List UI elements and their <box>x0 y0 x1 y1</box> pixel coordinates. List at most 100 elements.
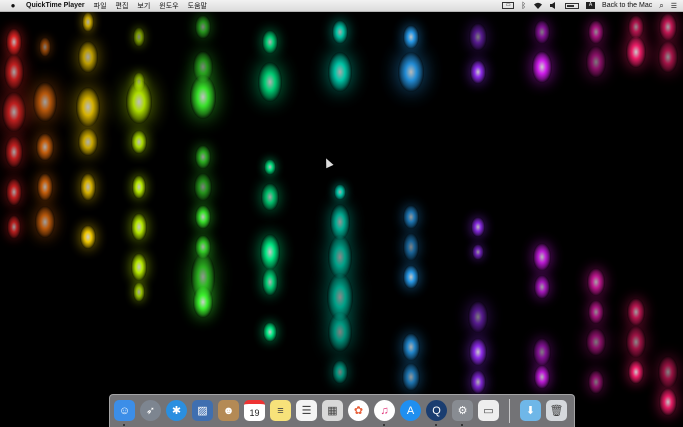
light-glow <box>328 52 352 92</box>
light-glow <box>195 15 211 39</box>
photos-flower-icon[interactable]: ✿ <box>348 400 369 421</box>
light-glow <box>472 244 484 260</box>
light-glow <box>133 282 145 302</box>
light-glow <box>534 20 550 44</box>
quicktime-icon[interactable]: Q <box>426 400 447 421</box>
light-glow <box>533 338 551 366</box>
light-glow <box>82 12 94 32</box>
back-to-mac-status[interactable]: Back to the Mac <box>602 2 652 9</box>
light-glow <box>260 234 280 270</box>
trash-icon[interactable]: 🗑 <box>546 400 567 421</box>
contacts-icon[interactable]: ☻ <box>218 400 239 421</box>
light-glow <box>626 326 646 358</box>
light-glow <box>403 25 419 49</box>
finder-icon[interactable]: ☺ <box>114 400 135 421</box>
light-glow <box>468 301 488 333</box>
light-glow <box>195 205 211 229</box>
notification-center-icon[interactable]: ☰ <box>671 2 677 10</box>
light-glow <box>586 328 606 356</box>
light-glow <box>33 82 57 122</box>
light-glow <box>78 128 98 156</box>
light-glow <box>258 62 282 102</box>
tray-icon[interactable]: ▭ <box>478 400 499 421</box>
bluetooth-icon[interactable]: ᛒ <box>521 1 526 10</box>
appstore-icon[interactable]: A <box>400 400 421 421</box>
light-glow <box>334 184 346 200</box>
light-glow <box>195 145 211 169</box>
calendar-icon[interactable]: 19 <box>244 400 265 421</box>
light-glow <box>35 206 55 238</box>
light-glow <box>403 205 419 229</box>
light-glow <box>532 51 552 83</box>
battery-icon[interactable] <box>565 2 580 9</box>
light-glow <box>264 159 276 175</box>
light-glow <box>263 322 277 342</box>
menu-edit[interactable]: 편집 <box>116 1 129 11</box>
light-glow <box>78 41 98 73</box>
screen-mirroring-icon[interactable]: ▭ <box>502 2 515 9</box>
light-glow <box>658 41 678 73</box>
light-glow <box>190 75 216 119</box>
menu-bar: ● QuickTime Player 파일 편집 보기 윈도우 도움말 ▭ ᛒ … <box>0 0 683 12</box>
light-glow <box>131 253 147 281</box>
photo-icon[interactable]: ▨ <box>192 400 213 421</box>
light-glow <box>471 217 485 237</box>
light-glow <box>626 36 646 68</box>
light-glow <box>6 178 22 206</box>
menu-window[interactable]: 윈도우 <box>159 1 178 11</box>
light-glow <box>80 173 96 201</box>
desktop-wallpaper <box>0 12 683 427</box>
volume-icon[interactable] <box>550 2 558 9</box>
light-glow <box>2 92 26 132</box>
light-glow <box>470 60 486 84</box>
light-glow <box>402 363 420 391</box>
running-indicator <box>435 424 437 426</box>
running-indicator <box>123 424 125 426</box>
light-glow <box>588 370 604 394</box>
light-glow <box>131 213 147 241</box>
light-glow <box>398 52 424 92</box>
dock-separator <box>509 399 510 423</box>
light-glow <box>402 333 420 361</box>
running-indicator <box>461 424 463 426</box>
light-glow <box>332 360 348 384</box>
light-glow <box>193 286 213 318</box>
light-glow <box>659 13 677 41</box>
reminders-icon[interactable]: ☰ <box>296 400 317 421</box>
app-menu[interactable]: QuickTime Player <box>26 2 85 9</box>
light-glow <box>261 183 279 211</box>
light-glow <box>533 243 551 271</box>
light-glow <box>659 388 677 416</box>
menu-view[interactable]: 보기 <box>137 1 150 11</box>
light-glow <box>194 173 212 201</box>
music-note-icon[interactable]: ♫ <box>374 400 395 421</box>
slides-icon[interactable]: ▦ <box>322 400 343 421</box>
running-indicator <box>383 424 385 426</box>
gear-icon[interactable]: ⚙ <box>452 400 473 421</box>
rocket-icon[interactable]: ➶ <box>140 400 161 421</box>
light-glow <box>332 20 348 44</box>
spotlight-search-icon[interactable]: ⌕ <box>659 1 663 11</box>
light-glow <box>76 87 100 127</box>
light-glow <box>469 338 487 366</box>
light-glow <box>5 136 23 168</box>
input-source-icon[interactable]: A <box>586 2 596 9</box>
folder-icon[interactable]: ⬇ <box>520 400 541 421</box>
light-glow <box>133 27 145 47</box>
compass-icon[interactable]: ✱ <box>166 400 187 421</box>
wifi-icon[interactable] <box>533 2 543 9</box>
menu-help[interactable]: 도움말 <box>188 1 207 11</box>
light-glow <box>628 360 644 384</box>
light-glow <box>262 30 278 54</box>
menu-file[interactable]: 파일 <box>94 1 107 11</box>
light-glow <box>80 225 96 249</box>
light-glow <box>469 23 487 51</box>
apple-menu-icon[interactable]: ● <box>8 1 18 10</box>
light-glow <box>328 312 352 352</box>
light-glow <box>586 46 606 78</box>
light-glow <box>534 365 550 389</box>
notes-icon[interactable]: ≡ <box>270 400 291 421</box>
light-glow <box>587 268 605 296</box>
light-glow <box>262 268 278 296</box>
light-glow <box>39 37 51 57</box>
